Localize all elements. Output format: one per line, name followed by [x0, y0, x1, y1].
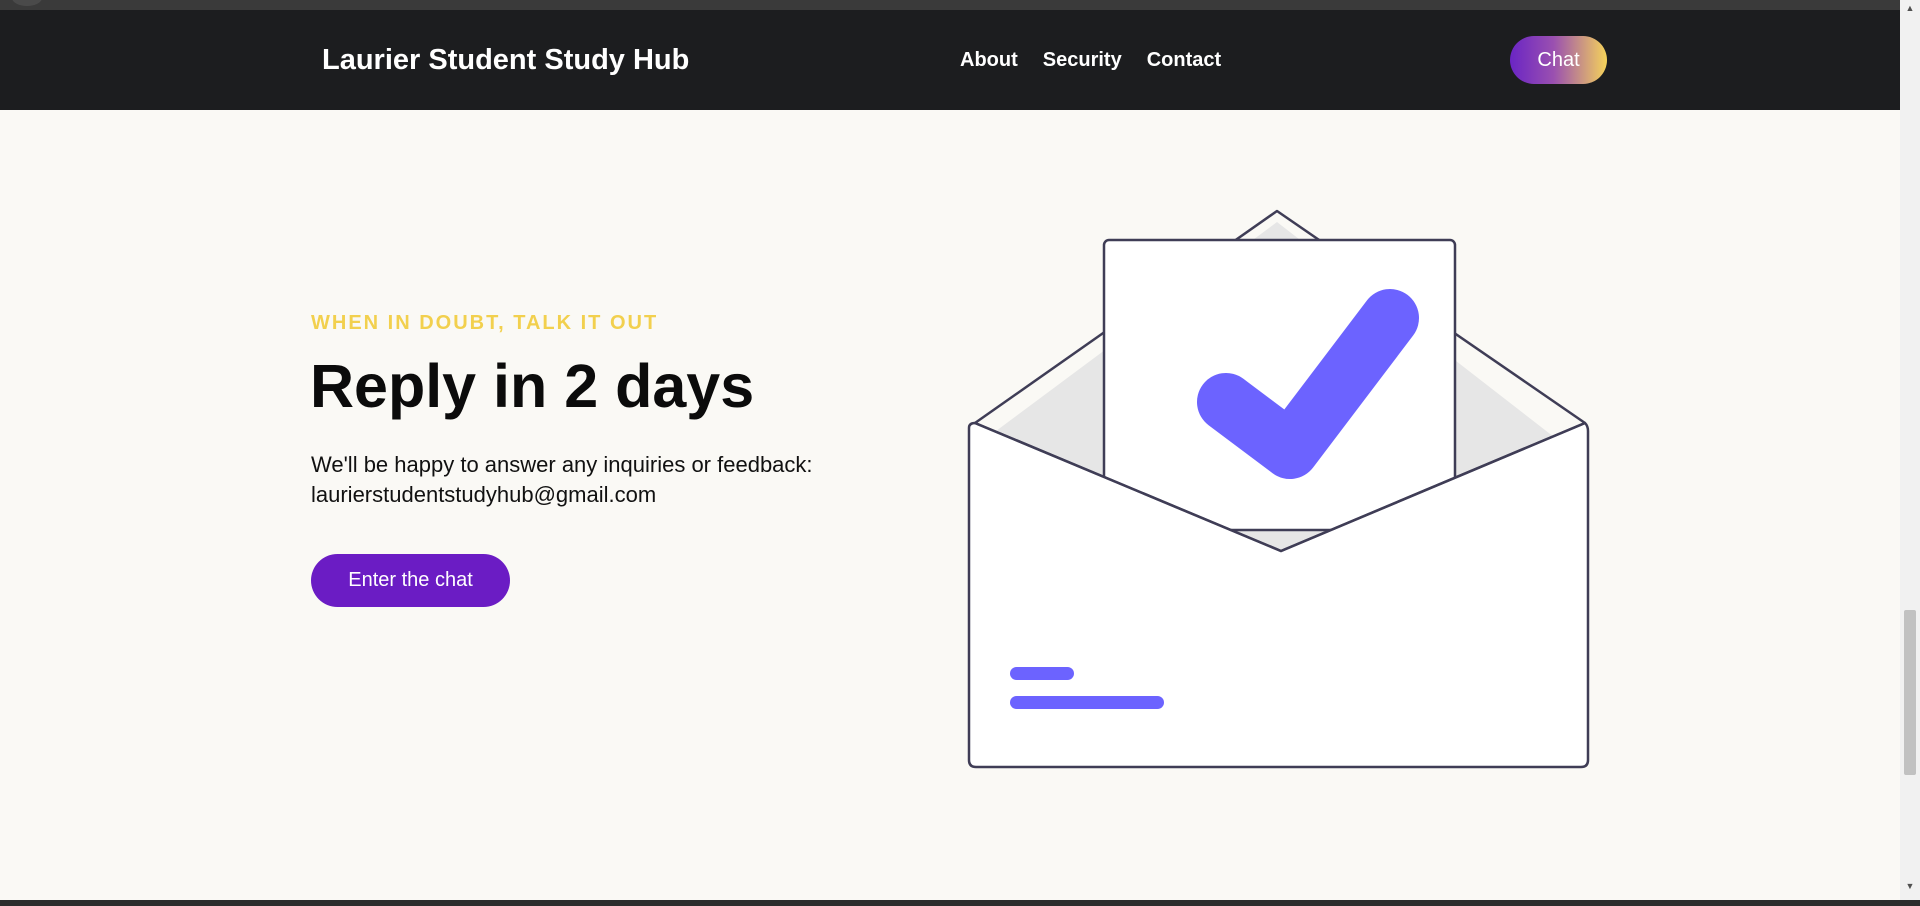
chat-button[interactable]: Chat	[1510, 36, 1607, 84]
page-viewport: Laurier Student Study Hub About Security…	[0, 0, 1900, 906]
scroll-up-arrow-icon[interactable]: ▲	[1900, 0, 1920, 16]
window-bottom-edge	[0, 900, 1920, 906]
page-scrollbar[interactable]: ▲ ▼	[1900, 0, 1920, 906]
hero-description-text: We'll be happy to answer any inquiries o…	[311, 452, 813, 477]
nav-link-contact[interactable]: Contact	[1147, 49, 1221, 72]
envelope-address-line-long	[1010, 696, 1164, 709]
hero-eyebrow: WHEN IN DOUBT, TALK IT OUT	[311, 312, 659, 334]
envelope-address-line-short	[1010, 667, 1074, 680]
letter-card	[1102, 238, 1457, 532]
brand-title[interactable]: Laurier Student Study Hub	[322, 10, 689, 110]
nav-links: About Security Contact	[960, 10, 1221, 110]
scrollbar-thumb[interactable]	[1904, 610, 1916, 775]
hero-description: We'll be happy to answer any inquiries o…	[311, 450, 813, 510]
envelope-checkmark-icon	[967, 209, 1590, 769]
hero-headline: Reply in 2 days	[310, 352, 755, 420]
scroll-down-arrow-icon[interactable]: ▼	[1900, 878, 1920, 894]
nav-link-about[interactable]: About	[960, 49, 1018, 72]
contact-email: laurierstudentstudyhub@gmail.com	[311, 482, 657, 507]
nav-link-security[interactable]: Security	[1043, 49, 1122, 72]
navbar: Laurier Student Study Hub About Security…	[0, 10, 1900, 110]
enter-chat-button[interactable]: Enter the chat	[311, 554, 510, 607]
browser-tab-edge	[12, 0, 42, 6]
